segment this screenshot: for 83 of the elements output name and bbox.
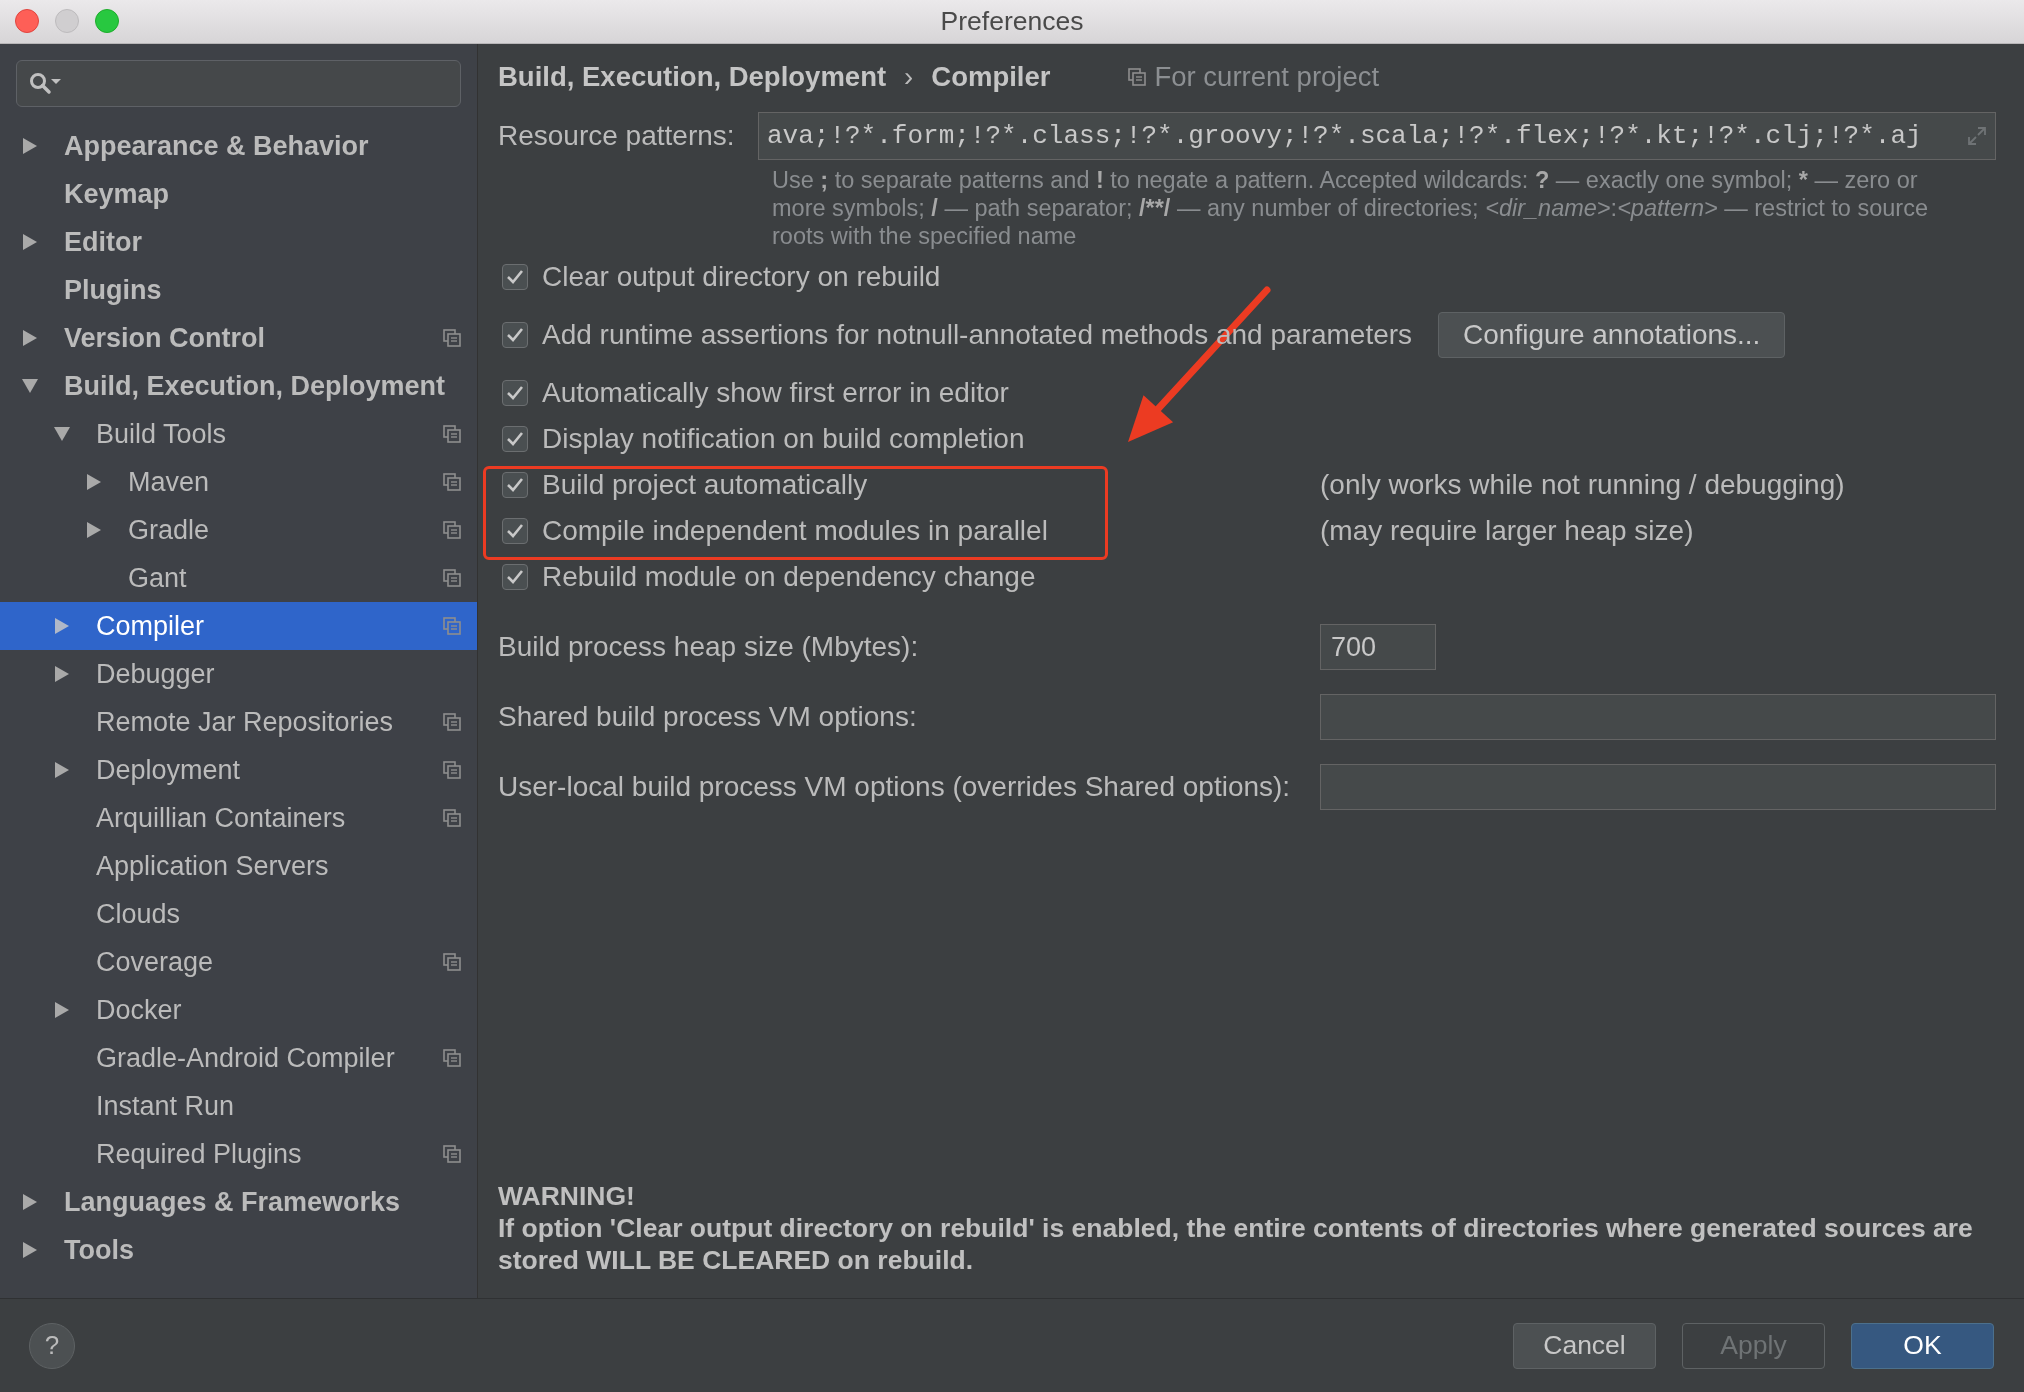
checkmark-icon	[506, 269, 524, 285]
sidebar-item[interactable]: Deployment	[0, 746, 477, 794]
checkbox[interactable]	[502, 264, 528, 290]
window-title: Preferences	[940, 6, 1084, 37]
sidebar-item[interactable]: Coverage	[0, 938, 477, 986]
search-icon	[29, 71, 63, 96]
checkmark-icon	[506, 569, 524, 585]
sidebar-item[interactable]: Gradle-Android Compiler	[0, 1034, 477, 1082]
checkmark-icon	[506, 431, 524, 447]
warning-text: If option 'Clear output directory on rebuild' is enabled, the entire contents of directories where generated sources are stored WILL BE CLEARED on rebuild.	[498, 1212, 1974, 1276]
sidebar-item[interactable]: Build, Execution, Deployment	[0, 362, 477, 410]
sidebar-item[interactable]: Required Plugins	[0, 1130, 477, 1178]
breadcrumb-separator: ›	[904, 61, 914, 93]
expand-triangle-icon[interactable]	[22, 1241, 38, 1259]
sidebar-item[interactable]: Gant	[0, 554, 477, 602]
option-note: (only works while not running / debugging)	[1320, 469, 1845, 501]
sidebar-item[interactable]: Remote Jar Repositories	[0, 698, 477, 746]
checkbox-label: Build project automatically	[542, 469, 868, 501]
scope-label: For current project	[1154, 61, 1380, 93]
collapse-triangle-icon[interactable]	[21, 378, 39, 394]
expand-triangle-icon[interactable]	[22, 1193, 38, 1211]
checkbox-label: Display notification on build completion	[542, 423, 1025, 455]
input-field[interactable]: 700	[1320, 624, 1436, 670]
breadcrumb-current: Compiler	[931, 61, 1051, 93]
sidebar-item[interactable]: Clouds	[0, 890, 477, 938]
sidebar-item[interactable]: Compiler	[0, 602, 477, 650]
field-label: User-local build process VM options (overrides Shared options):	[498, 771, 1292, 803]
project-scope-icon	[1128, 68, 1147, 86]
sidebar-item[interactable]: Maven	[0, 458, 477, 506]
checkbox-label: Rebuild module on dependency change	[542, 561, 1036, 593]
sidebar-item[interactable]: Debugger	[0, 650, 477, 698]
checkbox[interactable]	[502, 518, 528, 544]
expand-triangle-icon[interactable]	[54, 1001, 70, 1019]
search-field[interactable]	[16, 60, 461, 107]
close-icon[interactable]	[15, 9, 39, 33]
option-note: (may require larger heap size)	[1320, 515, 1694, 547]
expand-triangle-icon[interactable]	[22, 233, 38, 251]
expand-triangle-icon[interactable]	[86, 521, 102, 539]
sidebar-item[interactable]: Version Control	[0, 314, 477, 362]
checkbox[interactable]	[502, 426, 528, 452]
expand-triangle-icon[interactable]	[54, 617, 70, 635]
checkbox-label: Compile independent modules in parallel	[542, 515, 1048, 547]
checkbox[interactable]	[502, 322, 528, 348]
field-label: Shared build process VM options:	[498, 701, 918, 733]
help-button[interactable]: ?	[29, 1322, 75, 1369]
sidebar-item[interactable]: Application Servers	[0, 842, 477, 890]
checkbox[interactable]	[502, 564, 528, 590]
sidebar-item[interactable]: Keymap	[0, 170, 477, 218]
sidebar-item[interactable]: Tools	[0, 1226, 477, 1274]
checkbox-label: Clear output directory on rebuild	[542, 261, 941, 293]
expand-triangle-icon[interactable]	[54, 665, 70, 683]
expand-triangle-icon[interactable]	[86, 473, 102, 491]
sidebar-item[interactable]: Gradle	[0, 506, 477, 554]
checkmark-icon	[506, 327, 524, 343]
sidebar-item[interactable]: Editor	[0, 218, 477, 266]
dialog-button[interactable]: Cancel	[1513, 1322, 1656, 1369]
checkbox[interactable]	[502, 472, 528, 498]
configure-annotations-button[interactable]: Configure annotations...	[1438, 312, 1786, 358]
sidebar-item[interactable]: Docker	[0, 986, 477, 1034]
collapse-triangle-icon[interactable]	[53, 426, 71, 442]
dialog-button[interactable]: OK	[1851, 1322, 1994, 1369]
resource-patterns-hint: Use ; to separate patterns and ! to negate a pattern. Accepted wildcards: ? — exactly one symbol; * — zero or more symbols; / — path separator; /**/ — any number of directories; <dir_name>:<pattern> — restrict to source roots with the specified name	[772, 166, 1929, 250]
sidebar-item[interactable]: Appearance & Behavior	[0, 122, 477, 170]
resource-patterns-field[interactable]: ava;!?*.form;!?*.class;!?*.groovy;!?*.scala;!?*.flex;!?*.kt;!?*.clj;!?*.aj	[758, 112, 1996, 160]
sidebar-item[interactable]: Build Tools	[0, 410, 477, 458]
input-field[interactable]	[1320, 764, 1996, 810]
warning-title: WARNING!	[498, 1180, 636, 1212]
field-label: Build process heap size (Mbytes):	[498, 631, 920, 663]
checkbox[interactable]	[502, 380, 528, 406]
checkmark-icon	[506, 477, 524, 493]
sidebar-item[interactable]: Plugins	[0, 266, 477, 314]
expand-triangle-icon[interactable]	[54, 761, 70, 779]
checkmark-icon	[506, 385, 524, 401]
checkbox-label: Automatically show first error in editor	[542, 377, 1009, 409]
resource-patterns-label: Resource patterns:	[498, 120, 736, 152]
input-field[interactable]	[1320, 694, 1996, 740]
expand-triangle-icon[interactable]	[22, 137, 38, 155]
sidebar-item[interactable]: Arquillian Containers	[0, 794, 477, 842]
breadcrumb-parent[interactable]: Build, Execution, Deployment	[498, 61, 887, 93]
expand-triangle-icon[interactable]	[22, 329, 38, 347]
sidebar-item[interactable]: Instant Run	[0, 1082, 477, 1130]
sidebar-item[interactable]: Languages & Frameworks	[0, 1178, 477, 1226]
checkmark-icon	[506, 523, 524, 539]
